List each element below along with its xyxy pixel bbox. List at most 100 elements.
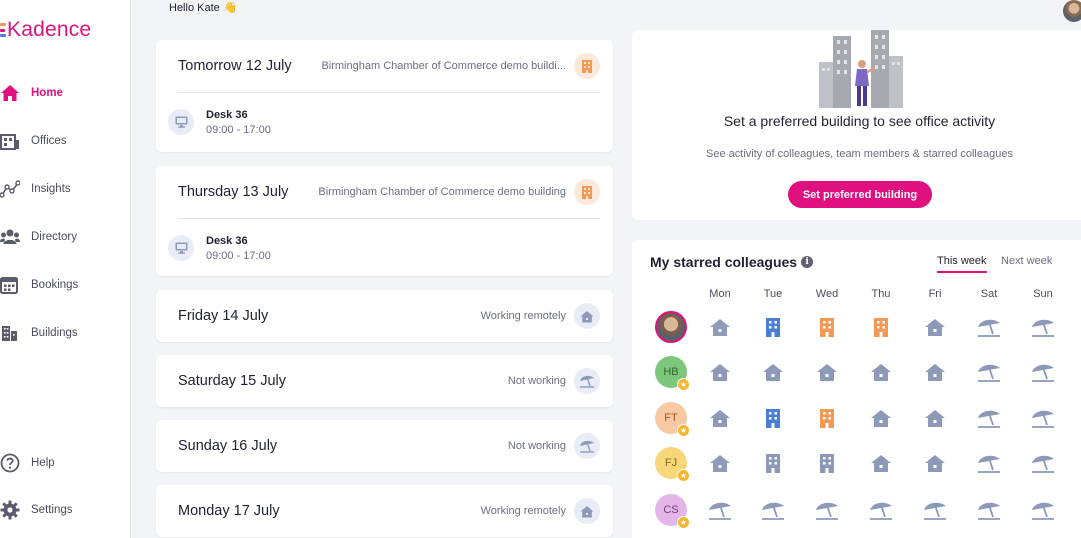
- day-location: Working remotely: [480, 310, 566, 322]
- office-building-icon[interactable]: [815, 406, 839, 430]
- office-building-icon: [574, 53, 600, 79]
- day-header-wed: Wed: [815, 288, 839, 300]
- beach-umbrella-icon[interactable]: [977, 451, 1001, 475]
- beach-umbrella-icon[interactable]: [977, 360, 1001, 384]
- user-avatar[interactable]: [1063, 0, 1081, 22]
- sidebar-item-bookings[interactable]: Bookings: [0, 273, 78, 297]
- home-remote-icon[interactable]: [708, 406, 732, 430]
- beach-umbrella-icon[interactable]: [977, 315, 1001, 339]
- tab-this-week[interactable]: This week: [937, 255, 987, 273]
- office-building-icon[interactable]: [761, 315, 785, 339]
- day-header-fri: Fri: [928, 288, 942, 300]
- kadence-logo[interactable]: Kadence: [0, 18, 91, 42]
- sidebar: Kadence Home Offices Insights Directory …: [0, 0, 131, 538]
- star-icon: ★: [677, 516, 690, 529]
- home-remote-icon[interactable]: [869, 451, 893, 475]
- tab-next-week[interactable]: Next week: [1001, 255, 1052, 267]
- sidebar-item-label: Help: [31, 457, 55, 469]
- day-title: Sunday 16 July: [178, 438, 278, 454]
- beach-umbrella-icon[interactable]: [815, 498, 839, 522]
- home-remote-icon: [574, 303, 600, 329]
- beach-umbrella-icon[interactable]: [923, 498, 947, 522]
- sidebar-item-help[interactable]: Help: [0, 451, 55, 475]
- beach-umbrella-icon[interactable]: [708, 498, 732, 522]
- beach-umbrella-icon[interactable]: [977, 498, 1001, 522]
- greeting: Hello Kate 👋: [169, 1, 238, 15]
- help-icon: [0, 453, 20, 473]
- city-person-illustration: [819, 30, 903, 108]
- day-header-thu: Thu: [871, 288, 891, 300]
- home-remote-icon[interactable]: [923, 406, 947, 430]
- sidebar-item-offices[interactable]: Offices: [0, 129, 67, 153]
- preferred-title: Set a preferred building to see office a…: [723, 113, 996, 129]
- office-building-icon[interactable]: [761, 451, 785, 475]
- day-header-sat: Sat: [980, 288, 998, 300]
- starred-colleagues-panel: My starred colleagues i This week Next w…: [632, 240, 1081, 538]
- home-remote-icon[interactable]: [869, 360, 893, 384]
- beach-umbrella-icon[interactable]: [1031, 498, 1055, 522]
- info-icon[interactable]: i: [801, 256, 814, 268]
- waving-hand-icon: 👋: [223, 2, 238, 14]
- sidebar-item-home[interactable]: Home: [0, 81, 63, 105]
- set-preferred-building-button[interactable]: Set preferred building: [788, 181, 932, 208]
- beach-umbrella-icon: [574, 433, 600, 459]
- home-remote-icon[interactable]: [869, 406, 893, 430]
- desk-booking[interactable]: Desk 36 09:00 - 17:00: [156, 93, 613, 151]
- office-building-icon[interactable]: [761, 406, 785, 430]
- monitor-icon: [168, 235, 194, 261]
- preferred-building-panel: Set a preferred building to see office a…: [632, 30, 1081, 220]
- colleague-avatar[interactable]: FJ ★: [655, 447, 690, 482]
- home-remote-icon[interactable]: [815, 360, 839, 384]
- beach-umbrella-icon[interactable]: [977, 406, 1001, 430]
- home-remote-icon[interactable]: [923, 451, 947, 475]
- sidebar-item-label: Insights: [31, 183, 71, 195]
- home-remote-icon[interactable]: [708, 315, 732, 339]
- day-title: Monday 17 July: [178, 503, 280, 519]
- bookings-icon: [0, 275, 20, 295]
- office-building-icon[interactable]: [815, 451, 839, 475]
- day-header-sun: Sun: [1033, 288, 1053, 300]
- day-card[interactable]: Monday 17 July Working remotely: [156, 485, 613, 537]
- beach-umbrella-icon[interactable]: [761, 498, 785, 522]
- beach-umbrella-icon[interactable]: [1031, 451, 1055, 475]
- day-title: Tomorrow 12 July: [178, 58, 292, 74]
- beach-umbrella-icon[interactable]: [1031, 406, 1055, 430]
- beach-umbrella-icon[interactable]: [1031, 315, 1055, 339]
- desk-booking[interactable]: Desk 36 09:00 - 17:00: [156, 219, 613, 277]
- home-remote-icon[interactable]: [708, 451, 732, 475]
- sidebar-item-buildings[interactable]: Buildings: [0, 321, 78, 345]
- sidebar-item-label: Settings: [31, 504, 73, 516]
- colleague-avatar[interactable]: HB ★: [655, 356, 690, 391]
- monitor-icon: [168, 109, 194, 135]
- sidebar-item-label: Directory: [31, 231, 78, 243]
- sidebar-item-directory[interactable]: Directory: [0, 225, 77, 249]
- home-remote-icon[interactable]: [761, 360, 785, 384]
- day-card[interactable]: Thursday 13 July Birmingham Chamber of C…: [156, 166, 613, 276]
- home-remote-icon[interactable]: [708, 360, 732, 384]
- home-remote-icon[interactable]: [923, 360, 947, 384]
- day-card[interactable]: Sunday 16 July Not working: [156, 420, 613, 472]
- greeting-text: Hello Kate: [169, 1, 220, 14]
- beach-umbrella-icon[interactable]: [1031, 360, 1055, 384]
- day-title: Friday 14 July: [178, 308, 269, 324]
- day-location: Working remotely: [480, 505, 566, 517]
- day-card[interactable]: Saturday 15 July Not working: [156, 355, 613, 407]
- logo-text: Kadence: [7, 18, 92, 41]
- office-building-icon[interactable]: [815, 315, 839, 339]
- starred-title: My starred colleagues i: [650, 254, 814, 270]
- colleague-avatar[interactable]: CS ★: [655, 494, 690, 529]
- day-header-tue: Tue: [763, 288, 783, 300]
- office-building-icon[interactable]: [869, 315, 893, 339]
- home-remote-icon: [574, 498, 600, 524]
- sidebar-item-label: Bookings: [31, 279, 79, 291]
- colleague-avatar[interactable]: [655, 311, 687, 343]
- sidebar-item-insights[interactable]: Insights: [0, 177, 71, 201]
- colleague-avatar[interactable]: FT ★: [655, 402, 690, 437]
- beach-umbrella-icon[interactable]: [869, 498, 893, 522]
- day-card[interactable]: Friday 14 July Working remotely: [156, 290, 613, 342]
- day-card[interactable]: Tomorrow 12 July Birmingham Chamber of C…: [156, 40, 613, 152]
- home-remote-icon[interactable]: [923, 315, 947, 339]
- star-icon: ★: [677, 378, 690, 391]
- sidebar-item-settings[interactable]: Settings: [0, 498, 73, 522]
- preferred-subtitle: See activity of colleagues, team members…: [706, 148, 1013, 160]
